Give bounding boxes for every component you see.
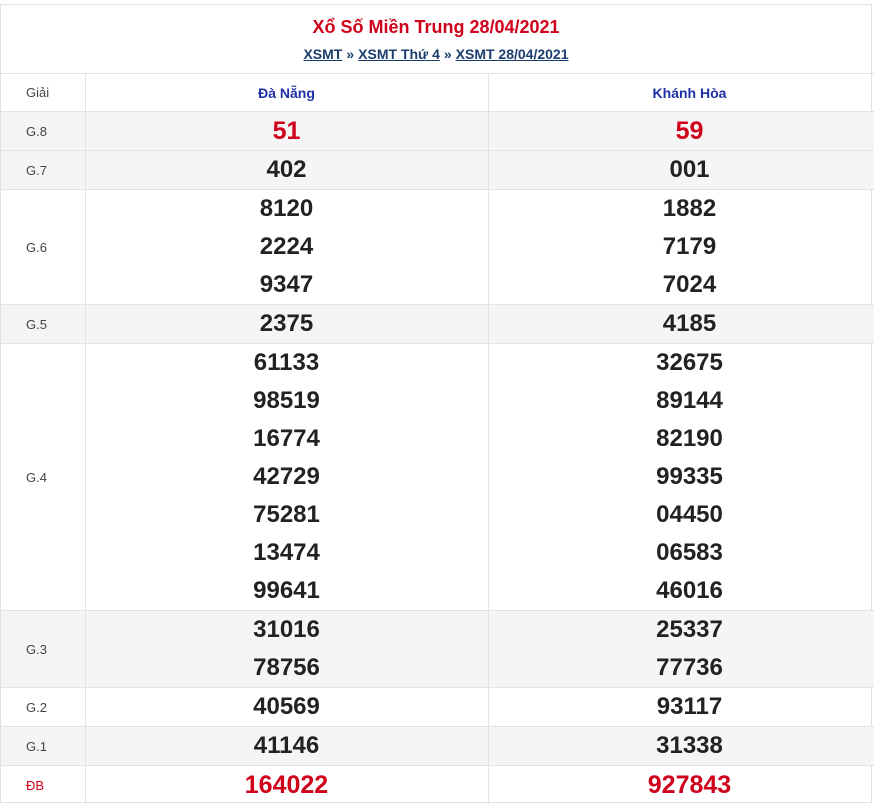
result-number: 7179 bbox=[662, 233, 717, 260]
breadcrumb-link-xsmt-thu-4[interactable]: XSMT Thứ 4 bbox=[358, 46, 440, 62]
breadcrumb-separator: » bbox=[443, 46, 452, 62]
result-number: 42729 bbox=[253, 463, 320, 490]
table-row: G.5 2375 4185 bbox=[1, 304, 874, 344]
result-cell-da-nang: 41146 bbox=[85, 726, 489, 766]
result-number: 93117 bbox=[656, 693, 723, 720]
result-cell-da-nang: 31016 78756 bbox=[85, 610, 489, 688]
result-number: 25337 bbox=[656, 616, 723, 643]
result-number: 402 bbox=[266, 156, 307, 183]
result-number: 31016 bbox=[253, 616, 320, 643]
prize-label: ĐB bbox=[1, 765, 86, 804]
result-cell-khanh-hoa: 93117 bbox=[488, 687, 874, 727]
result-number: 61133 bbox=[253, 349, 320, 376]
result-number: 1882 bbox=[662, 195, 717, 222]
result-number: 001 bbox=[669, 156, 710, 183]
result-cell-khanh-hoa: 59 bbox=[488, 111, 874, 151]
result-number: 78756 bbox=[253, 654, 320, 681]
result-number: 41146 bbox=[253, 732, 320, 759]
result-number: 32675 bbox=[656, 349, 723, 376]
results-panel: Xổ Số Miền Trung 28/04/2021 XSMT» XSMT Th… bbox=[0, 4, 874, 804]
result-number: 7024 bbox=[662, 271, 717, 298]
result-cell-khanh-hoa: 001 bbox=[488, 150, 874, 190]
result-cell-da-nang: 61133 98519 16774 42729 75281 13474 99641 bbox=[85, 343, 489, 611]
table-row: G.2 40569 93117 bbox=[1, 687, 874, 727]
breadcrumb-separator: » bbox=[346, 46, 355, 62]
result-number: 04450 bbox=[656, 501, 723, 528]
result-number: 927843 bbox=[647, 771, 732, 799]
result-cell-khanh-hoa: 25337 77736 bbox=[488, 610, 874, 688]
result-cell-khanh-hoa: 927843 bbox=[488, 765, 874, 804]
result-cell-da-nang: 2375 bbox=[85, 304, 489, 344]
result-number: 51 bbox=[272, 117, 301, 145]
breadcrumb: XSMT» XSMT Thứ 4» XSMT 28/04/2021 bbox=[1, 45, 871, 63]
result-number: 82190 bbox=[656, 425, 723, 452]
table-row: G.3 31016 78756 25337 77736 bbox=[1, 610, 874, 688]
result-number: 164022 bbox=[244, 771, 329, 799]
prize-label: G.2 bbox=[1, 687, 86, 727]
prize-label: G.1 bbox=[1, 726, 86, 766]
result-number: 59 bbox=[675, 117, 704, 145]
table-row: ĐB 164022 927843 bbox=[1, 765, 874, 804]
result-cell-da-nang: 8120 2224 9347 bbox=[85, 189, 489, 305]
result-number: 4185 bbox=[662, 310, 717, 337]
result-number: 16774 bbox=[253, 425, 320, 452]
result-number: 2224 bbox=[259, 233, 314, 260]
result-number: 40569 bbox=[253, 693, 320, 720]
prize-label: G.3 bbox=[1, 610, 86, 688]
result-number: 89144 bbox=[656, 387, 723, 414]
prize-label: G.7 bbox=[1, 150, 86, 190]
result-cell-khanh-hoa: 4185 bbox=[488, 304, 874, 344]
page-title: Xổ Số Miền Trung 28/04/2021 bbox=[312, 17, 560, 37]
result-number: 46016 bbox=[656, 577, 723, 604]
result-number: 98519 bbox=[253, 387, 320, 414]
prize-label: G.5 bbox=[1, 304, 86, 344]
results-table: Giải Đà Nẵng Khánh Hòa G.8 51 59 G.7 402 001 G… bbox=[1, 73, 874, 804]
table-row: G.8 51 59 bbox=[1, 111, 874, 151]
result-number: 06583 bbox=[656, 539, 723, 566]
result-number: 31338 bbox=[656, 732, 723, 759]
result-cell-da-nang: 164022 bbox=[85, 765, 489, 804]
result-number: 99335 bbox=[656, 463, 723, 490]
table-row: G.4 61133 98519 16774 42729 75281 13474 99641 32… bbox=[1, 343, 874, 611]
breadcrumb-link-xsmt-date[interactable]: XSMT 28/04/2021 bbox=[456, 46, 569, 62]
result-cell-khanh-hoa: 1882 7179 7024 bbox=[488, 189, 874, 305]
result-number: 8120 bbox=[259, 195, 314, 222]
province-header-da-nang: Đà Nẵng bbox=[85, 73, 489, 112]
results-body: G.8 51 59 G.7 402 001 G.6 8120 2224 9347 1882 7179 7… bbox=[1, 111, 874, 804]
result-number: 9347 bbox=[259, 271, 314, 298]
result-cell-khanh-hoa: 31338 bbox=[488, 726, 874, 766]
result-number: 13474 bbox=[253, 539, 320, 566]
result-number: 75281 bbox=[253, 501, 320, 528]
table-row: G.6 8120 2224 9347 1882 7179 7024 bbox=[1, 189, 874, 305]
result-cell-khanh-hoa: 32675 89144 82190 99335 04450 06583 46016 bbox=[488, 343, 874, 611]
result-cell-da-nang: 402 bbox=[85, 150, 489, 190]
prize-column-header: Giải bbox=[1, 73, 86, 112]
result-number: 99641 bbox=[253, 577, 320, 604]
result-cell-da-nang: 40569 bbox=[85, 687, 489, 727]
province-header-khanh-hoa: Khánh Hòa bbox=[488, 73, 874, 112]
result-cell-da-nang: 51 bbox=[85, 111, 489, 151]
results-header: Xổ Số Miền Trung 28/04/2021 XSMT» XSMT Th… bbox=[1, 5, 871, 73]
result-number: 77736 bbox=[656, 654, 723, 681]
prize-label: G.6 bbox=[1, 189, 86, 305]
prize-label: G.8 bbox=[1, 111, 86, 151]
table-row: G.7 402 001 bbox=[1, 150, 874, 190]
prize-label: G.4 bbox=[1, 343, 86, 611]
result-number: 2375 bbox=[259, 310, 314, 337]
table-row: G.1 41146 31338 bbox=[1, 726, 874, 766]
table-header-row: Giải Đà Nẵng Khánh Hòa bbox=[1, 73, 874, 112]
breadcrumb-link-xsmt[interactable]: XSMT bbox=[303, 46, 342, 62]
